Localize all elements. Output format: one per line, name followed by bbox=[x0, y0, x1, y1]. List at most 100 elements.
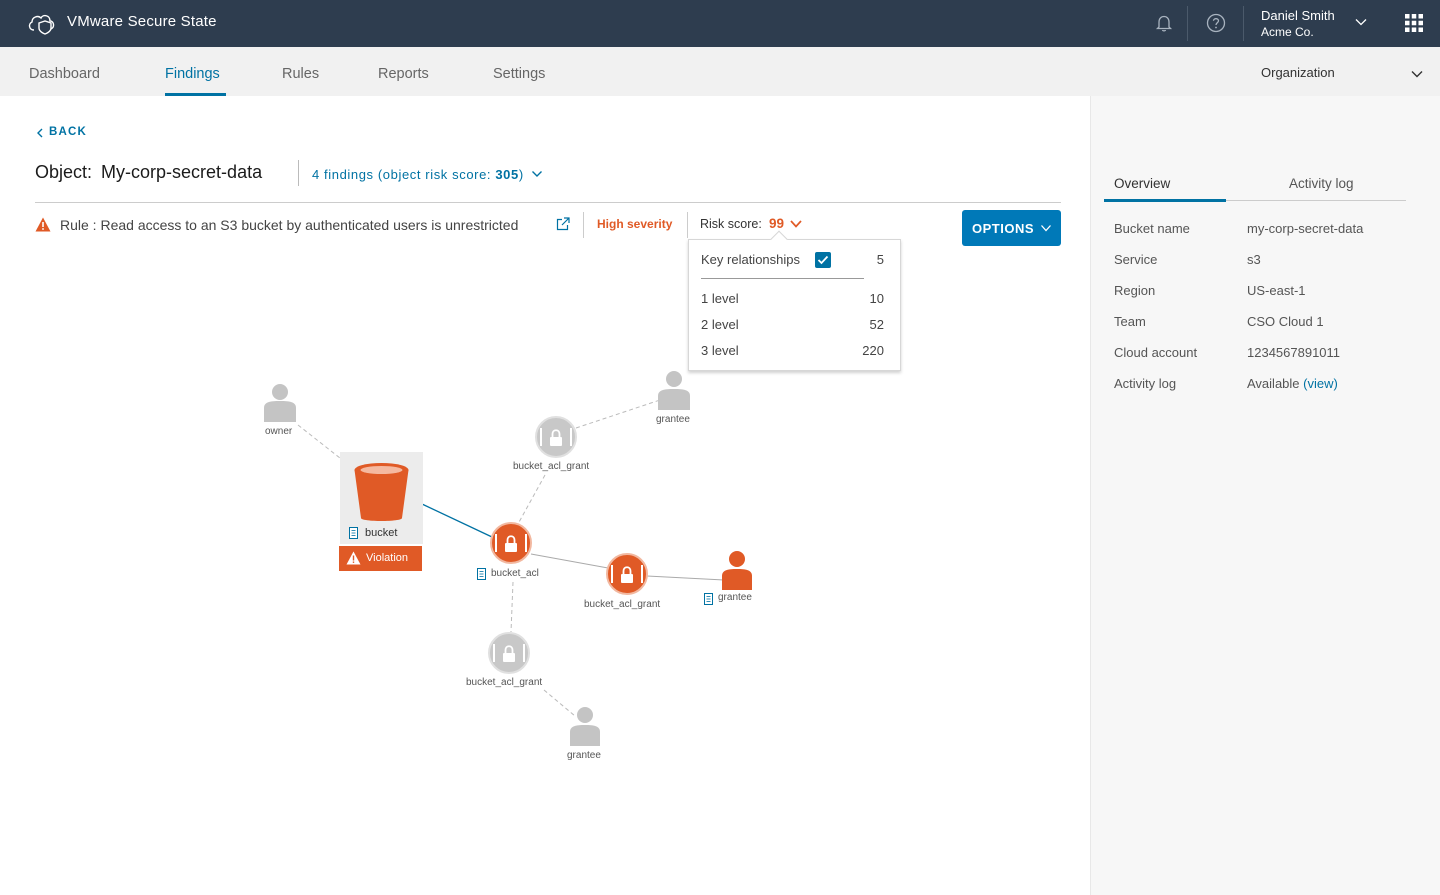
prop-label: Activity log bbox=[1114, 376, 1177, 391]
user-icon[interactable] bbox=[264, 384, 296, 422]
prop-value: my-corp-secret-data bbox=[1247, 221, 1364, 236]
chevron-down-icon[interactable] bbox=[1354, 15, 1368, 29]
key-relationships-label: Key relationships bbox=[701, 252, 800, 267]
node-label: bucket bbox=[365, 527, 398, 539]
node-label: bucket_acl_grant bbox=[466, 677, 543, 688]
prop-label: Service bbox=[1114, 252, 1158, 267]
prop-value: 1234567891011 bbox=[1247, 345, 1341, 360]
prop-label: Cloud account bbox=[1114, 345, 1198, 360]
node-label: bucket_acl_grant bbox=[513, 461, 590, 472]
options-button[interactable]: OPTIONS bbox=[962, 210, 1061, 246]
risk-score-value[interactable]: 99 bbox=[769, 216, 784, 231]
node-label: bucket_acl_grant bbox=[584, 599, 661, 610]
tab-findings[interactable]: Findings bbox=[165, 66, 220, 82]
graph-edge bbox=[510, 581, 514, 633]
chevron-left-icon bbox=[37, 128, 43, 138]
risk-score-label: Risk score: bbox=[700, 217, 762, 231]
options-label: OPTIONS bbox=[972, 221, 1035, 236]
node-label: grantee bbox=[567, 750, 601, 761]
divider bbox=[583, 212, 584, 238]
level-option[interactable]: 3 level bbox=[701, 343, 739, 358]
acl-lock-icon[interactable] bbox=[606, 553, 648, 595]
active-tab-indicator bbox=[165, 93, 226, 96]
chevron-down-icon bbox=[1041, 225, 1051, 232]
activity-log-status: Available bbox=[1247, 376, 1300, 391]
document-icon bbox=[349, 527, 358, 539]
document-icon bbox=[704, 593, 713, 605]
relationship-graph bbox=[264, 371, 752, 746]
graph-edge bbox=[297, 424, 346, 463]
node-label: grantee bbox=[718, 592, 752, 603]
user-org[interactable]: Acme Co. bbox=[1261, 25, 1314, 39]
level-option[interactable]: 1 level bbox=[701, 291, 739, 306]
warning-icon bbox=[346, 551, 361, 565]
divider bbox=[701, 278, 864, 279]
sub-navigation: Dashboard Findings Rules Reports Setting… bbox=[0, 47, 1440, 96]
graph-edge bbox=[575, 399, 661, 429]
checkmark-icon bbox=[817, 255, 829, 265]
prop-value: CSO Cloud 1 bbox=[1247, 314, 1324, 329]
object-name: My-corp-secret-data bbox=[101, 162, 263, 182]
app-grid-icon[interactable] bbox=[1405, 14, 1423, 32]
user-icon[interactable] bbox=[722, 551, 752, 590]
bucket-icon bbox=[354, 463, 409, 521]
level-count: 10 bbox=[869, 291, 884, 306]
graph-edge bbox=[530, 553, 609, 569]
header-divider bbox=[1243, 6, 1244, 41]
graph-edge bbox=[646, 575, 725, 581]
chevron-down-icon[interactable] bbox=[1410, 67, 1424, 81]
chevron-down-icon bbox=[532, 171, 542, 177]
acl-lock-icon[interactable] bbox=[488, 632, 530, 674]
acl-lock-icon[interactable] bbox=[535, 416, 577, 458]
active-tab-indicator bbox=[1104, 199, 1226, 202]
tab-overview[interactable]: Overview bbox=[1114, 176, 1170, 191]
user-icon[interactable] bbox=[570, 707, 600, 746]
popover-caret bbox=[770, 230, 788, 248]
chevron-down-icon[interactable] bbox=[789, 218, 803, 230]
tab-settings[interactable]: Settings bbox=[493, 66, 545, 82]
graph-edge bbox=[543, 689, 576, 717]
level-count: 220 bbox=[862, 343, 884, 358]
object-prefix: Object: bbox=[35, 162, 93, 182]
tab-dashboard[interactable]: Dashboard bbox=[29, 66, 100, 82]
tab-rules[interactable]: Rules bbox=[282, 66, 319, 82]
cloud-logo-icon bbox=[28, 14, 55, 35]
organization-selector[interactable]: Organization bbox=[1261, 65, 1335, 80]
acl-lock-icon[interactable] bbox=[490, 522, 532, 564]
prop-value: US-east-1 bbox=[1247, 283, 1306, 298]
document-icon bbox=[477, 568, 486, 580]
help-icon[interactable] bbox=[1206, 13, 1226, 33]
prop-value: s3 bbox=[1247, 252, 1261, 267]
node-label: bucket_acl bbox=[491, 568, 539, 579]
level-option[interactable]: 2 level bbox=[701, 317, 739, 332]
header-divider bbox=[1187, 6, 1188, 41]
findings-close: ) bbox=[518, 167, 524, 182]
node-label: owner bbox=[265, 426, 293, 437]
prop-value: Available (view) bbox=[1247, 376, 1338, 391]
tab-activity-log[interactable]: Activity log bbox=[1289, 176, 1354, 191]
top-header: VMware Secure State Daniel Smith Acme Co… bbox=[0, 0, 1440, 47]
details-panel: Overview Activity log Bucket name my-cor… bbox=[1090, 96, 1440, 895]
user-name[interactable]: Daniel Smith bbox=[1261, 8, 1335, 23]
external-link-icon[interactable] bbox=[556, 217, 570, 231]
bell-icon[interactable] bbox=[1154, 13, 1174, 33]
object-risk-score: 305 bbox=[495, 167, 519, 182]
severity-badge: High severity bbox=[597, 217, 673, 231]
prop-label: Region bbox=[1114, 283, 1156, 298]
graph-edge bbox=[421, 503, 493, 538]
view-activity-log-link[interactable]: (view) bbox=[1303, 376, 1338, 391]
tab-reports[interactable]: Reports bbox=[378, 66, 429, 82]
prop-label: Team bbox=[1114, 314, 1146, 329]
header-divider bbox=[35, 202, 1061, 203]
divider bbox=[687, 212, 688, 238]
violation-badge[interactable]: Violation bbox=[339, 546, 422, 571]
key-relationships-count: 5 bbox=[876, 252, 884, 267]
findings-summary-toggle[interactable]: 4 findings (object risk score: 305) bbox=[312, 167, 543, 182]
key-relationships-checkbox[interactable] bbox=[815, 252, 831, 268]
title-divider bbox=[298, 160, 299, 186]
graph-edge bbox=[517, 474, 546, 525]
prop-label: Bucket name bbox=[1114, 221, 1190, 236]
risk-score-dropdown: Key relationships 5 1 level 10 2 level 5… bbox=[688, 230, 901, 371]
level-count: 52 bbox=[869, 317, 884, 332]
user-icon[interactable] bbox=[658, 371, 690, 410]
